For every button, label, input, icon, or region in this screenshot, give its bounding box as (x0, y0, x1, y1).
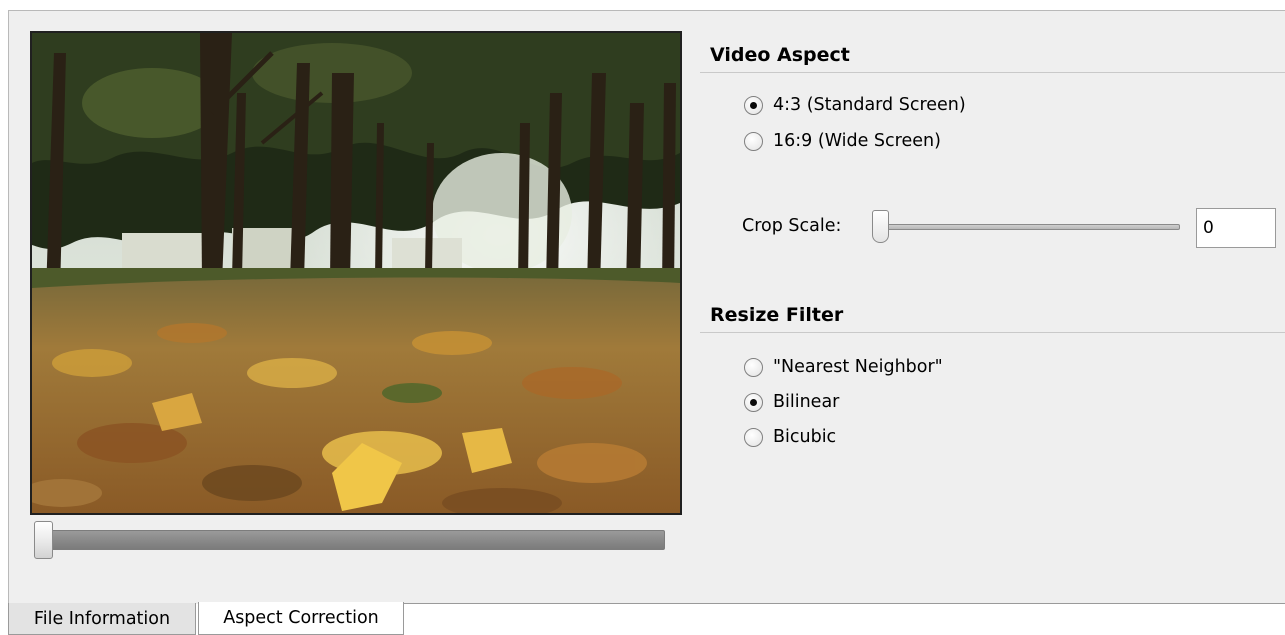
crop-scale-slider-thumb[interactable] (872, 210, 889, 243)
filter-nearest-neighbor-option[interactable]: "Nearest Neighbor" (744, 354, 943, 380)
aspect-16-9-option[interactable]: 16:9 (Wide Screen) (744, 128, 941, 154)
filter-bicubic-label: Bicubic (773, 427, 837, 447)
filter-bicubic-radio[interactable] (744, 427, 763, 447)
crop-scale-value-field[interactable] (1196, 208, 1276, 248)
filter-bilinear-option[interactable]: Bilinear (744, 389, 839, 415)
aspect-4-3-option[interactable]: 4:3 (Standard Screen) (744, 92, 966, 118)
aspect-16-9-label: 16:9 (Wide Screen) (773, 131, 941, 151)
filter-bilinear-radio[interactable] (744, 392, 763, 412)
tab-strip-border (404, 603, 1285, 604)
aspect-4-3-label: 4:3 (Standard Screen) (773, 95, 966, 115)
crop-scale-label: Crop Scale: (742, 216, 842, 236)
filter-nearest-neighbor-label: "Nearest Neighbor" (773, 357, 943, 377)
video-frame-image (32, 33, 680, 513)
filter-bilinear-label: Bilinear (773, 392, 840, 412)
resize-filter-divider (700, 332, 1285, 333)
seek-slider-track[interactable] (34, 530, 665, 550)
video-aspect-heading: Video Aspect (710, 44, 850, 66)
aspect-4-3-radio[interactable] (744, 95, 763, 115)
video-preview (30, 31, 682, 515)
filter-nearest-neighbor-radio[interactable] (744, 357, 763, 377)
video-aspect-divider (700, 72, 1285, 73)
seek-slider-thumb[interactable] (34, 521, 53, 559)
tab-file-information[interactable]: File Information (8, 603, 196, 635)
crop-scale-slider-track[interactable] (880, 224, 1180, 230)
filter-bicubic-option[interactable]: Bicubic (744, 424, 836, 450)
tab-aspect-correction[interactable]: Aspect Correction (198, 602, 404, 635)
resize-filter-heading: Resize Filter (710, 304, 844, 326)
aspect-16-9-radio[interactable] (744, 131, 763, 151)
